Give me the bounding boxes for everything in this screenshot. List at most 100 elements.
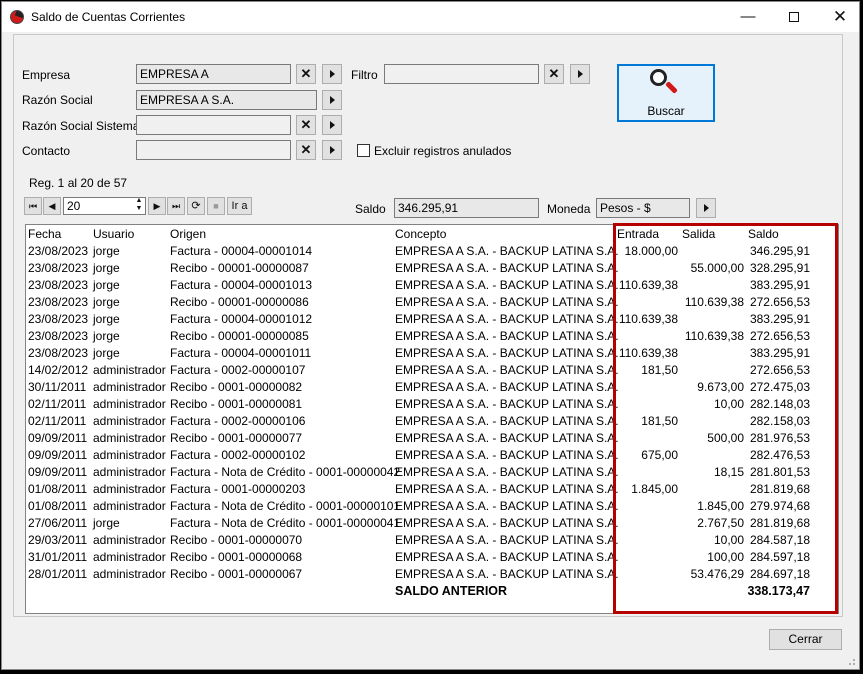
select-filtro-button[interactable] — [570, 64, 590, 84]
empresa-label: Empresa — [22, 68, 71, 82]
grid-header: Fecha Usuario Origen Concepto Entrada Sa… — [26, 225, 838, 242]
stop-icon[interactable]: ■ — [207, 197, 225, 215]
select-moneda-button[interactable] — [696, 198, 716, 218]
cell-concepto: EMPRESA A S.A. - BACKUP LATINA S.A. — [395, 567, 619, 581]
arrow-right-icon — [329, 95, 335, 104]
cell-origen: Recibo - 0001-00000081 — [170, 397, 303, 411]
select-razon-social-button[interactable] — [322, 90, 342, 110]
select-empresa-button[interactable] — [322, 64, 342, 84]
cell-usuario: jorge — [93, 516, 120, 530]
cell-origen: Factura - 0002-00000107 — [170, 363, 306, 377]
prev-page-button[interactable]: ◀ — [43, 197, 61, 215]
table-row[interactable]: 23/08/2023 jorge Factura - 00004-00001014 E… — [26, 242, 838, 259]
close-button[interactable]: ✕ — [817, 2, 863, 32]
table-row[interactable]: 29/03/2011 administrador Recibo - 0001-000… — [26, 531, 838, 548]
cell-fecha: 29/03/2011 — [28, 533, 88, 547]
first-page-button[interactable]: ⏮ — [24, 197, 42, 215]
col-entrada[interactable]: Entrada — [617, 227, 659, 241]
moneda-field[interactable]: Pesos - $ — [596, 198, 690, 218]
col-origen[interactable]: Origen — [170, 227, 206, 241]
cell-entrada: 110.639,38 — [618, 346, 678, 360]
select-contacto-button[interactable] — [322, 140, 342, 160]
cell-fecha: 23/08/2023 — [28, 244, 89, 258]
maximize-button[interactable] — [771, 2, 817, 32]
table-row[interactable]: 23/08/2023 jorge Recibo - 00001-00000085 EM… — [26, 327, 838, 344]
go-to-page-button[interactable]: Ir a — [227, 197, 252, 215]
cell-saldo: 272.656,53 — [749, 329, 810, 343]
table-row[interactable]: 02/11/2011 administrador Recibo - 0001-000… — [26, 395, 838, 412]
empresa-field[interactable]: EMPRESA A — [136, 64, 291, 84]
cell-saldo: 272.656,53 — [749, 295, 810, 309]
cell-origen: Recibo - 0001-00000068 — [170, 550, 303, 564]
table-row[interactable]: 23/08/2023 jorge Factura - 00004-00001011 E… — [26, 344, 838, 361]
cell-saldo: 272.656,53 — [749, 363, 810, 377]
table-row[interactable]: 01/08/2011 administrador Factura - Nota de… — [26, 497, 838, 514]
cerrar-button[interactable]: Cerrar — [769, 629, 842, 650]
last-page-button[interactable]: ⏭ — [167, 197, 185, 215]
table-row[interactable]: 02/11/2011 administrador Factura - 0002-00… — [26, 412, 838, 429]
cell-origen: Factura - 0001-00000203 — [170, 482, 306, 496]
resize-grip-icon[interactable] — [846, 656, 856, 666]
cell-usuario: jorge — [93, 261, 120, 275]
cell-usuario: administrador — [93, 533, 166, 547]
razon-social-field[interactable]: EMPRESA A S.A. — [136, 90, 317, 110]
movements-grid[interactable]: Fecha Usuario Origen Concepto Entrada Sa… — [25, 223, 839, 614]
table-row[interactable]: 31/01/2011 administrador Recibo - 0001-000… — [26, 548, 838, 565]
arrow-right-icon — [329, 145, 335, 154]
col-concepto[interactable]: Concepto — [395, 227, 446, 241]
table-row[interactable]: 14/02/2012 administrador Factura - 0002-00… — [26, 361, 838, 378]
clear-empresa-button[interactable]: ✕ — [296, 64, 316, 84]
select-razon-social-sistema-button[interactable] — [322, 115, 342, 135]
contacto-field[interactable] — [136, 140, 291, 160]
cell-fecha: 28/01/2011 — [28, 567, 88, 581]
table-row[interactable]: 23/08/2023 jorge Recibo - 00001-00000087 EM… — [26, 259, 838, 276]
col-fecha[interactable]: Fecha — [28, 227, 61, 241]
razon-social-label: Razón Social — [22, 93, 93, 107]
cell-origen: Factura - 00004-00001012 — [170, 312, 313, 326]
clear-razon-social-sistema-button[interactable]: ✕ — [296, 115, 316, 135]
excluir-anulados-checkbox[interactable] — [357, 144, 370, 157]
minimize-button[interactable]: — — [725, 2, 771, 32]
cell-usuario: jorge — [93, 329, 120, 343]
table-row[interactable]: 09/09/2011 administrador Factura - 0002-00… — [26, 446, 838, 463]
table-row[interactable]: 23/08/2023 jorge Factura - 00004-00001012 E… — [26, 310, 838, 327]
cell-origen: Factura - Nota de Crédito - 0001-0000010… — [170, 499, 401, 513]
table-row[interactable]: 27/06/2011 jorge Factura - Nota de Crédito… — [26, 514, 838, 531]
buscar-label: Buscar — [647, 104, 685, 118]
clear-contacto-button[interactable]: ✕ — [296, 140, 316, 160]
buscar-button[interactable]: Buscar — [617, 64, 715, 122]
contacto-label: Contacto — [22, 144, 71, 158]
table-row[interactable]: 30/11/2011 administrador Recibo - 0001-000… — [26, 378, 838, 395]
cell-entrada: 675,00 — [641, 448, 678, 462]
cell-entrada: 181,50 — [641, 414, 678, 428]
table-row[interactable]: 23/08/2023 jorge Recibo - 00001-00000086 EM… — [26, 293, 838, 310]
refresh-icon[interactable]: ⟳ — [187, 197, 205, 215]
saldo-anterior-row: SALDO ANTERIOR 338.173,47 — [26, 582, 838, 599]
filtro-field[interactable] — [384, 64, 539, 84]
table-row[interactable]: 01/08/2011 administrador Factura - 0001-00… — [26, 480, 838, 497]
cell-origen: Factura - 0002-00000102 — [170, 448, 306, 462]
cell-fecha: 31/01/2011 — [28, 550, 88, 564]
clear-filtro-button[interactable]: ✕ — [544, 64, 564, 84]
cell-concepto: EMPRESA A S.A. - BACKUP LATINA S.A. — [395, 465, 619, 479]
table-row[interactable]: 09/09/2011 administrador Factura - Nota de… — [26, 463, 838, 480]
saldo-anterior-label: SALDO ANTERIOR — [395, 584, 508, 598]
window-title: Saldo de Cuentas Corrientes — [31, 10, 186, 24]
cell-saldo: 282.476,53 — [749, 448, 810, 462]
page-size-spinner[interactable]: ▲ ▼ — [132, 197, 146, 215]
cell-origen: Recibo - 0001-00000082 — [170, 380, 303, 394]
cell-saldo: 281.819,68 — [749, 516, 810, 530]
col-usuario[interactable]: Usuario — [93, 227, 134, 241]
cell-concepto: EMPRESA A S.A. - BACKUP LATINA S.A. — [395, 431, 619, 445]
cell-concepto: EMPRESA A S.A. - BACKUP LATINA S.A. — [395, 448, 619, 462]
col-saldo[interactable]: Saldo — [748, 227, 779, 241]
table-row[interactable]: 09/09/2011 administrador Recibo - 0001-000… — [26, 429, 838, 446]
next-page-button[interactable]: ▶ — [148, 197, 166, 215]
cell-origen: Factura - 00004-00001014 — [170, 244, 313, 258]
table-row[interactable]: 23/08/2023 jorge Factura - 00004-00001013 E… — [26, 276, 838, 293]
table-row[interactable]: 28/01/2011 administrador Recibo - 0001-000… — [26, 565, 838, 582]
col-salida[interactable]: Salida — [682, 227, 715, 241]
cell-saldo: 279.974,68 — [749, 499, 810, 513]
razon-social-sistema-field[interactable] — [136, 115, 291, 135]
cell-saldo: 346.295,91 — [749, 244, 810, 258]
